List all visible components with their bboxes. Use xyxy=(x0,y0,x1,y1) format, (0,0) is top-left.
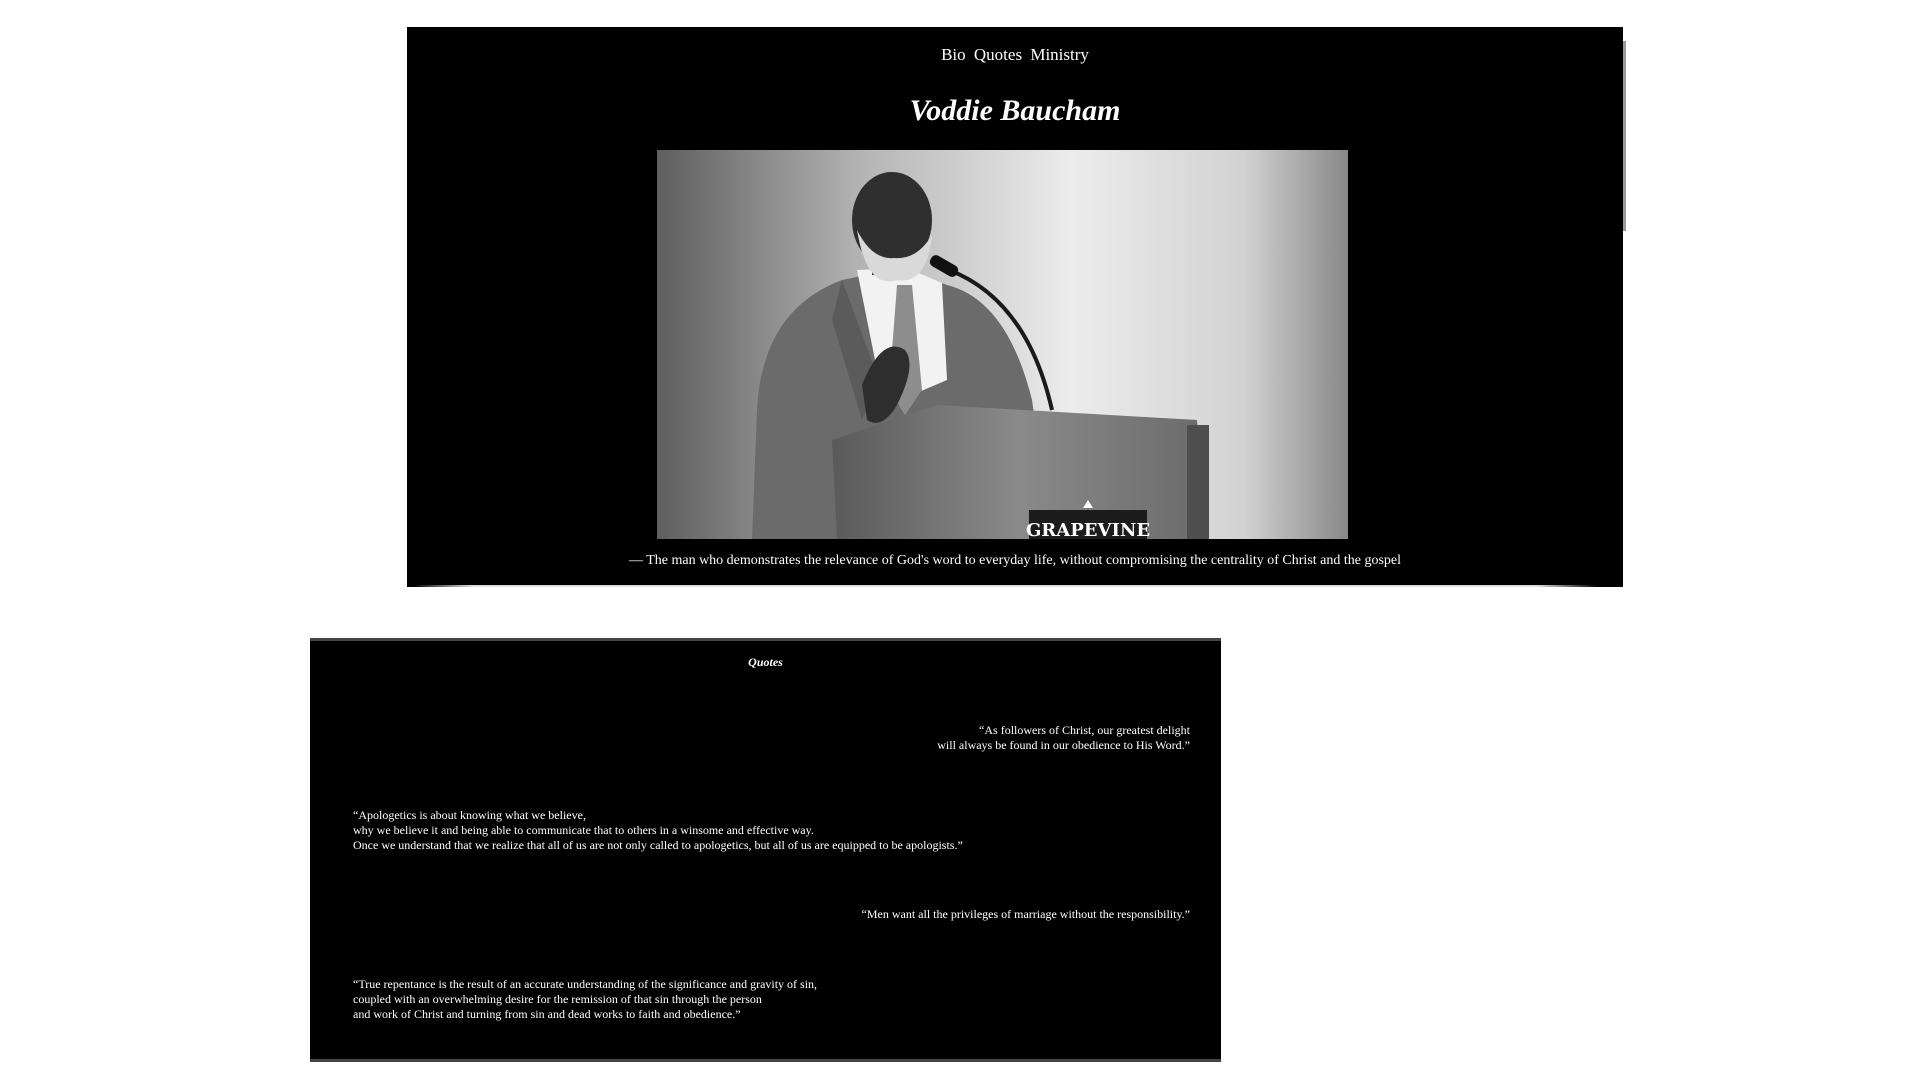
top-nav: Bio Quotes Ministry xyxy=(407,45,1623,65)
scrollbar[interactable] xyxy=(1623,41,1626,231)
podium-sign-text: GRAPEVINE xyxy=(1026,520,1150,539)
nav-link-ministry[interactable]: Ministry xyxy=(1030,45,1089,64)
header-panel: Bio Quotes Ministry Voddie Baucham GRAPE… xyxy=(407,27,1626,587)
quote-item: “As followers of Christ, our greatest de… xyxy=(937,723,1190,752)
quotes-panel: Quotes “As followers of Christ, our grea… xyxy=(310,638,1221,1062)
hero-caption: — The man who demonstrates the relevance… xyxy=(628,553,1402,568)
hero-photo: GRAPEVINE xyxy=(657,150,1348,539)
quote-item: “True repentance is the result of an acc… xyxy=(353,977,818,1021)
divider xyxy=(413,585,1597,587)
nav-link-bio[interactable]: Bio xyxy=(941,45,966,64)
quotes-heading: Quotes xyxy=(748,655,783,669)
page-title: Voddie Baucham xyxy=(909,94,1121,127)
quote-item: “Men want all the privileges of marriage… xyxy=(861,907,1190,921)
quote-item: “Apologetics is about knowing what we be… xyxy=(353,808,963,852)
nav-link-quotes[interactable]: Quotes xyxy=(974,45,1022,64)
